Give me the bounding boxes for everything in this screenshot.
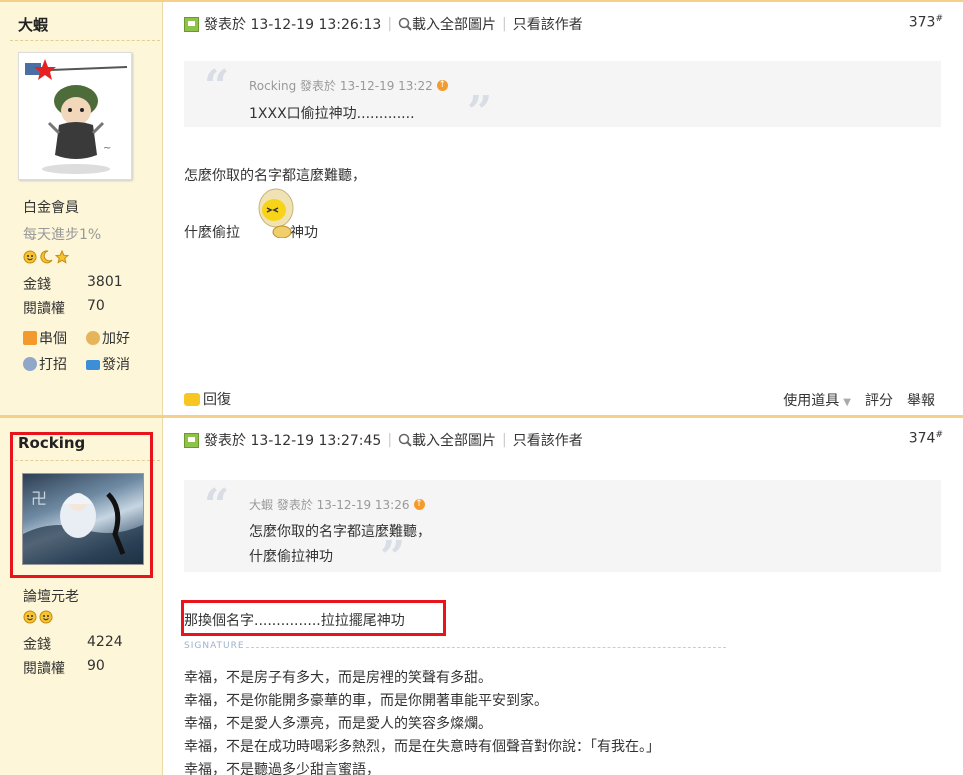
open-quote-icon: “	[204, 480, 230, 531]
quote-block: “ 大蝦 發表於 13-12-19 13:26 ↑ 怎麼你取的名字都這麼難聽， …	[184, 480, 941, 580]
moon-icon	[40, 250, 53, 264]
quote-block: “ Rocking 發表於 13-12-19 13:22 ↑ 1XXX口偷拉神功…	[184, 61, 941, 135]
jump-to-post-icon[interactable]: ↑	[436, 80, 448, 91]
close-quote-icon: ”	[380, 532, 406, 583]
medal-icons	[23, 610, 53, 624]
add-friend-label: 加好	[102, 331, 130, 347]
visit-link[interactable]: 串個	[23, 328, 67, 348]
jump-to-post-icon[interactable]: ↑	[413, 499, 425, 510]
post-header: 發表於 13-12-19 13:27:45 | 載入全部圖片 | 只看該作者 3…	[184, 430, 943, 450]
signature-line: 幸福，不是房子有多大，而是房裡的笑聲有多甜。	[184, 670, 492, 686]
quote-meta: 大蝦 發表於 13-12-19 13:26 ↑	[249, 498, 425, 512]
add-friend-link[interactable]: 加好	[86, 328, 130, 348]
home-icon	[23, 331, 37, 345]
post-icon	[184, 432, 199, 448]
only-author-link[interactable]: 只看該作者	[513, 430, 583, 450]
author-sidebar: 大蝦 ~ 白金會員 每天進步1% 金錢 3801 閱讀權 70 串個 加好 打招…	[0, 2, 163, 415]
post-time: 發表於 13-12-19 13:26:13	[204, 17, 382, 33]
open-quote-icon: “	[204, 61, 230, 112]
user-rank: 論壇元老	[23, 589, 79, 605]
load-images-link[interactable]: 載入全部圖片	[398, 430, 496, 450]
signature-line: 幸福，不是愛人多漂亮，而是愛人的笑容多燦爛。	[184, 716, 492, 732]
signature-divider	[246, 647, 726, 648]
money-label: 金錢	[23, 637, 51, 653]
magnifier-icon	[398, 17, 412, 31]
signature-line: 幸福，不是在成功時喝彩多熱烈，而是在失意時有個聲音對你說：「有我在。」	[184, 739, 660, 755]
money-value: 4224	[87, 634, 123, 650]
chevron-down-icon: ▼	[843, 397, 851, 408]
star-icon	[55, 250, 69, 264]
post-actions: 回復 使用道具 ▼ 評分 舉報	[184, 388, 943, 410]
magnifier-icon	[398, 433, 412, 447]
post-content: 發表於 13-12-19 13:27:45 | 載入全部圖片 | 只看該作者 3…	[164, 418, 963, 775]
send-message-link[interactable]: 發消	[86, 354, 130, 374]
quote-meta: Rocking 發表於 13-12-19 13:22 ↑	[249, 79, 448, 93]
signature-label: SIGNATURE	[184, 641, 245, 651]
visit-label: 串個	[39, 331, 67, 347]
quote-line-2: 什麼偷拉神功	[249, 549, 333, 565]
report-button[interactable]: 舉報	[907, 390, 935, 410]
post-content: 發表於 13-12-19 13:26:13 | 載入全部圖片 | 只看該作者 3…	[164, 2, 963, 415]
send-message-label: 發消	[102, 357, 130, 373]
greet-label: 打招	[39, 357, 67, 373]
divider	[10, 40, 160, 41]
post-icon	[184, 16, 199, 32]
sun-icon	[23, 250, 37, 264]
read-permission-value: 90	[87, 658, 105, 674]
close-quote-icon: ”	[467, 87, 493, 138]
post-header: 發表於 13-12-19 13:26:13 | 載入全部圖片 | 只看該作者 3…	[184, 14, 943, 34]
user-rank-subtitle: 每天進步1%	[23, 227, 102, 243]
post-373: 大蝦 ~ 白金會員 每天進步1% 金錢 3801 閱讀權 70 串個 加好 打招…	[0, 0, 963, 415]
money-label: 金錢	[23, 277, 51, 293]
post-line-1: 怎麼你取的名字都這麼難聽，	[184, 168, 366, 184]
rate-button[interactable]: 評分	[865, 390, 893, 410]
medal-icons	[23, 250, 69, 264]
only-author-link[interactable]: 只看該作者	[513, 14, 583, 34]
author-sidebar: Rocking 卍 論壇元老 金錢 4224 閱讀權 90	[0, 418, 163, 775]
quote-text: 1XXX口偷拉神功.............	[249, 106, 415, 122]
smiley-icon	[23, 610, 37, 624]
author-name[interactable]: 大蝦	[18, 14, 48, 35]
avatar[interactable]: ~	[18, 52, 132, 180]
read-permission-value: 70	[87, 298, 105, 314]
read-permission-label: 閱讀權	[23, 301, 65, 317]
greet-icon	[23, 357, 37, 371]
reply-button[interactable]: 回復	[184, 389, 231, 409]
floor-number[interactable]: 374#	[909, 430, 943, 447]
smiley-icon	[39, 610, 53, 624]
reply-icon	[184, 392, 200, 406]
highlight-box-text	[181, 600, 446, 636]
money-value: 3801	[87, 274, 123, 290]
read-permission-label: 閱讀權	[23, 661, 65, 677]
post-374: Rocking 卍 論壇元老 金錢 4224 閱讀權 90 發表於 13-12-…	[0, 415, 963, 775]
floor-number[interactable]: 373#	[909, 14, 943, 31]
greet-link[interactable]: 打招	[23, 354, 67, 374]
svg-text:~: ~	[103, 143, 111, 154]
handshake-icon	[86, 331, 100, 345]
user-rank: 白金會員	[23, 200, 79, 216]
chick-emoticon	[258, 188, 294, 238]
use-tool-menu[interactable]: 使用道具 ▼	[783, 390, 851, 410]
load-images-link[interactable]: 載入全部圖片	[398, 14, 496, 34]
signature-line: 幸福，不是你能開多豪華的車，而是你開著車能平安到家。	[184, 693, 548, 709]
mail-icon	[86, 360, 100, 370]
post-time: 發表於 13-12-19 13:27:45	[204, 433, 382, 449]
signature-line: 幸福，不是聽過多少甜言蜜語，	[184, 762, 380, 775]
highlight-box-author	[10, 432, 153, 578]
